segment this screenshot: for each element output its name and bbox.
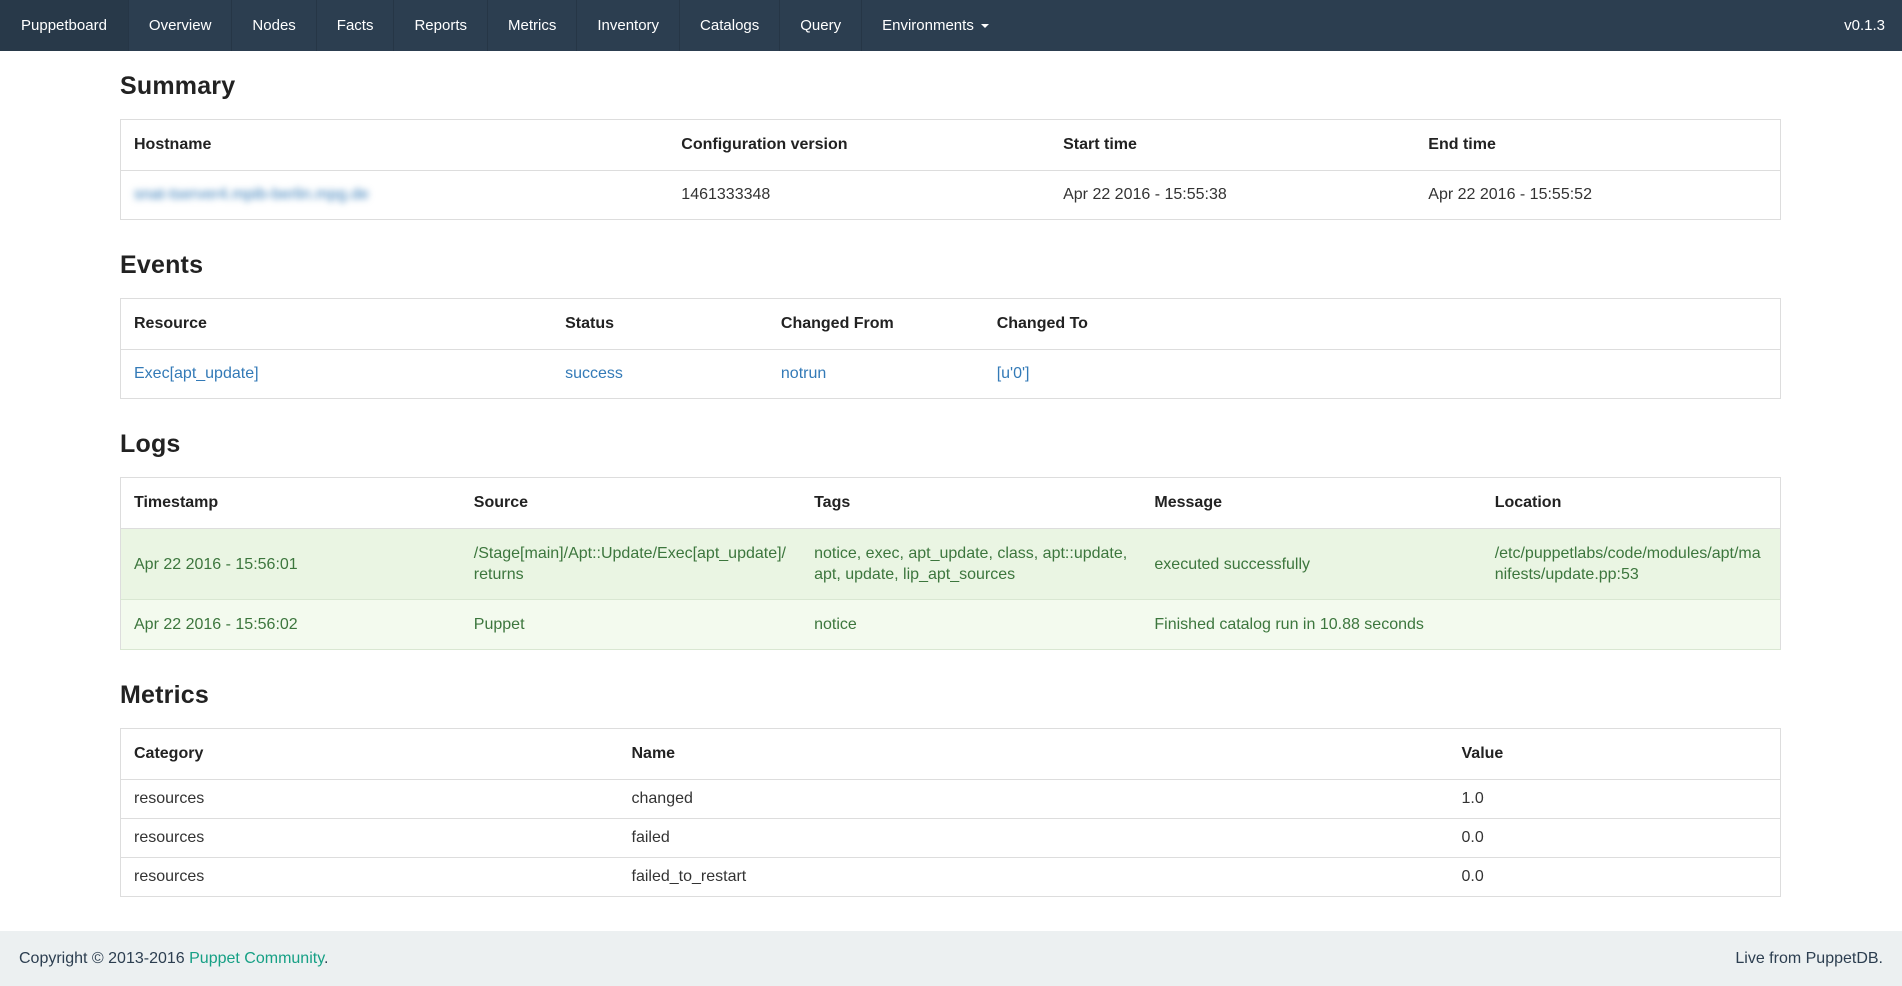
log-row: Apr 22 2016 - 15:56:01 /Stage[main]/Apt:… bbox=[121, 529, 1781, 600]
log-message: executed successfully bbox=[1141, 529, 1481, 600]
column-header-source: Source bbox=[461, 478, 801, 529]
nav-item-label: Query bbox=[800, 17, 841, 34]
navbar: Puppetboard Overview Nodes Facts Reports… bbox=[0, 0, 1902, 51]
log-source: Puppet bbox=[461, 600, 801, 650]
navbar-right: v0.1.3 bbox=[1827, 0, 1902, 51]
metric-category: resources bbox=[121, 780, 619, 819]
event-changed-from-link[interactable]: notrun bbox=[781, 365, 826, 382]
nav-dropdown-environments[interactable]: Environments bbox=[861, 0, 1009, 51]
nav-item-overview[interactable]: Overview bbox=[128, 0, 232, 51]
column-header-value: Value bbox=[1449, 729, 1781, 780]
nav-item-nodes[interactable]: Nodes bbox=[231, 0, 315, 51]
metric-name: failed_to_restart bbox=[619, 858, 1449, 897]
copyright-period: . bbox=[324, 950, 328, 967]
events-header-row: Resource Status Changed From Changed To bbox=[121, 299, 1781, 350]
end-time-value: Apr 22 2016 - 15:55:52 bbox=[1415, 171, 1780, 220]
metrics-heading: Metrics bbox=[120, 681, 1781, 710]
metric-name: changed bbox=[619, 780, 1449, 819]
logs-header-row: Timestamp Source Tags Message Location bbox=[121, 478, 1781, 529]
event-row: Exec[apt_update] success notrun [u'0'] bbox=[121, 350, 1781, 399]
nav-dropdown-label: Environments bbox=[882, 17, 974, 34]
log-tags: notice, exec, apt_update, class, apt::up… bbox=[801, 529, 1141, 600]
metrics-table: Category Name Value resources changed 1.… bbox=[120, 728, 1781, 897]
event-changed-to-link[interactable]: [u'0'] bbox=[997, 365, 1030, 382]
footer-copyright: Copyright © 2013-2016 Puppet Community. bbox=[19, 950, 328, 968]
nav-item-query[interactable]: Query bbox=[779, 0, 861, 51]
log-tags: notice bbox=[801, 600, 1141, 650]
metric-row: resources changed 1.0 bbox=[121, 780, 1781, 819]
column-header-start-time: Start time bbox=[1050, 120, 1415, 171]
metric-row: resources failed_to_restart 0.0 bbox=[121, 858, 1781, 897]
nav-item-label: Facts bbox=[337, 17, 374, 34]
nav-item-label: Reports bbox=[414, 17, 467, 34]
nav-item-inventory[interactable]: Inventory bbox=[576, 0, 679, 51]
config-version-value: 1461333348 bbox=[668, 171, 1050, 220]
log-timestamp: Apr 22 2016 - 15:56:02 bbox=[121, 600, 461, 650]
log-source: /Stage[main]/Apt::Update/Exec[apt_update… bbox=[461, 529, 801, 600]
nav-item-label: Overview bbox=[149, 17, 212, 34]
summary-header-row: Hostname Configuration version Start tim… bbox=[121, 120, 1781, 171]
footer-live-status: Live from PuppetDB. bbox=[1735, 950, 1883, 968]
version-label: v0.1.3 bbox=[1844, 17, 1885, 34]
column-header-category: Category bbox=[121, 729, 619, 780]
footer: Copyright © 2013-2016 Puppet Community. … bbox=[0, 931, 1902, 986]
logs-table: Timestamp Source Tags Message Location A… bbox=[120, 477, 1781, 650]
column-header-location: Location bbox=[1482, 478, 1781, 529]
nav-item-label: Catalogs bbox=[700, 17, 759, 34]
log-location: /etc/puppetlabs/code/modules/apt/manifes… bbox=[1482, 529, 1781, 600]
main-content: Summary Hostname Configuration version S… bbox=[120, 72, 1781, 897]
event-status-link[interactable]: success bbox=[565, 365, 623, 382]
event-resource-link[interactable]: Exec[apt_update] bbox=[134, 365, 259, 382]
column-header-changed-to: Changed To bbox=[984, 299, 1781, 350]
metric-category: resources bbox=[121, 858, 619, 897]
metric-value: 0.0 bbox=[1449, 819, 1781, 858]
log-message: Finished catalog run in 10.88 seconds bbox=[1141, 600, 1481, 650]
column-header-status: Status bbox=[552, 299, 768, 350]
metric-row: resources failed 0.0 bbox=[121, 819, 1781, 858]
column-header-message: Message bbox=[1141, 478, 1481, 529]
logs-heading: Logs bbox=[120, 430, 1781, 459]
metric-value: 1.0 bbox=[1449, 780, 1781, 819]
hostname-link[interactable]: snat-tserver4.mpib-berlin.mpg.de bbox=[134, 186, 369, 203]
nav-item-catalogs[interactable]: Catalogs bbox=[679, 0, 779, 51]
log-location bbox=[1482, 600, 1781, 650]
live-from-puppetdb-text: Live from PuppetDB. bbox=[1735, 950, 1883, 967]
navbar-brand-label: Puppetboard bbox=[21, 17, 107, 34]
column-header-resource: Resource bbox=[121, 299, 553, 350]
navbar-brand[interactable]: Puppetboard bbox=[0, 0, 128, 51]
nav-item-label: Inventory bbox=[597, 17, 659, 34]
column-header-changed-from: Changed From bbox=[768, 299, 984, 350]
column-header-timestamp: Timestamp bbox=[121, 478, 461, 529]
events-heading: Events bbox=[120, 251, 1781, 280]
nav-item-label: Nodes bbox=[252, 17, 295, 34]
column-header-config-version: Configuration version bbox=[668, 120, 1050, 171]
nav-item-reports[interactable]: Reports bbox=[393, 0, 487, 51]
summary-heading: Summary bbox=[120, 72, 1781, 101]
metric-category: resources bbox=[121, 819, 619, 858]
nav-item-facts[interactable]: Facts bbox=[316, 0, 394, 51]
column-header-hostname: Hostname bbox=[121, 120, 669, 171]
navbar-left: Puppetboard Overview Nodes Facts Reports… bbox=[0, 0, 1009, 51]
nav-item-metrics[interactable]: Metrics bbox=[487, 0, 576, 51]
puppet-community-link[interactable]: Puppet Community bbox=[189, 950, 324, 967]
metric-value: 0.0 bbox=[1449, 858, 1781, 897]
column-header-tags: Tags bbox=[801, 478, 1141, 529]
copyright-text: Copyright © 2013-2016 bbox=[19, 950, 189, 967]
column-header-end-time: End time bbox=[1415, 120, 1780, 171]
start-time-value: Apr 22 2016 - 15:55:38 bbox=[1050, 171, 1415, 220]
summary-row: snat-tserver4.mpib-berlin.mpg.de 1461333… bbox=[121, 171, 1781, 220]
column-header-name: Name bbox=[619, 729, 1449, 780]
metric-name: failed bbox=[619, 819, 1449, 858]
caret-down-icon bbox=[981, 24, 989, 28]
metrics-header-row: Category Name Value bbox=[121, 729, 1781, 780]
events-table: Resource Status Changed From Changed To … bbox=[120, 298, 1781, 399]
log-row: Apr 22 2016 - 15:56:02 Puppet notice Fin… bbox=[121, 600, 1781, 650]
log-timestamp: Apr 22 2016 - 15:56:01 bbox=[121, 529, 461, 600]
nav-item-label: Metrics bbox=[508, 17, 556, 34]
summary-table: Hostname Configuration version Start tim… bbox=[120, 119, 1781, 220]
